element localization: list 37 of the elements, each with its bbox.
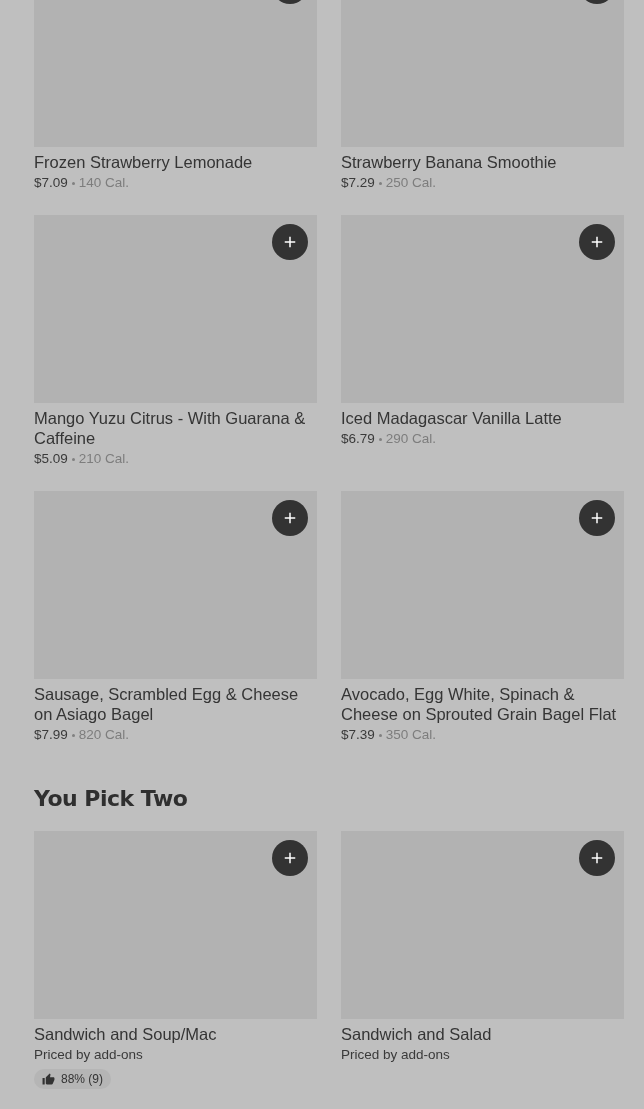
- item-calories: 290 Cal.: [385, 430, 437, 448]
- item-calories: 820 Cal.: [78, 726, 130, 744]
- item-calories: 350 Cal.: [385, 726, 437, 744]
- item-price: $7.09: [34, 174, 68, 192]
- item-price: Priced by add-ons: [341, 1046, 450, 1064]
- add-button[interactable]: [579, 224, 615, 260]
- item-name[interactable]: Avocado, Egg White, Spinach & Cheese on Sprouted Grain Bagel Flat: [341, 684, 624, 724]
- item-name[interactable]: Frozen Strawberry Lemonade: [34, 152, 317, 172]
- separator-dot: [71, 457, 75, 461]
- item-name[interactable]: Sandwich and Soup/Mac: [34, 1024, 317, 1044]
- add-button[interactable]: [272, 224, 308, 260]
- rating-text: 88% (9): [61, 1072, 104, 1086]
- item-price: $7.39: [341, 726, 375, 744]
- item-price: $7.99: [34, 726, 68, 744]
- thumbs-up-icon: [42, 1072, 55, 1086]
- add-button[interactable]: [272, 500, 308, 536]
- separator-dot: [378, 437, 382, 441]
- item-calories: 140 Cal.: [78, 174, 130, 192]
- item-calories: 250 Cal.: [385, 174, 437, 192]
- item-price: $5.09: [34, 450, 68, 468]
- item-price: $6.79: [341, 430, 375, 448]
- separator-dot: [71, 733, 75, 737]
- add-button[interactable]: [579, 840, 615, 876]
- separator-dot: [71, 181, 75, 185]
- item-calories: 210 Cal.: [78, 450, 130, 468]
- add-button[interactable]: [272, 840, 308, 876]
- item-name[interactable]: Mango Yuzu Citrus - With Guarana & Caffeine: [34, 408, 317, 448]
- item-name[interactable]: Sandwich and Salad: [341, 1024, 624, 1044]
- item-price: $7.29: [341, 174, 375, 192]
- item-name[interactable]: Strawberry Banana Smoothie: [341, 152, 624, 172]
- separator-dot: [378, 733, 382, 737]
- item-name[interactable]: Iced Madagascar Vanilla Latte: [341, 408, 624, 428]
- separator-dot: [378, 181, 382, 185]
- add-button[interactable]: [579, 500, 615, 536]
- item-price: Priced by add-ons: [34, 1046, 143, 1064]
- section-heading: You Pick Two: [34, 785, 189, 813]
- item-name[interactable]: Sausage, Scrambled Egg & Cheese on Asiago Bagel: [34, 684, 317, 724]
